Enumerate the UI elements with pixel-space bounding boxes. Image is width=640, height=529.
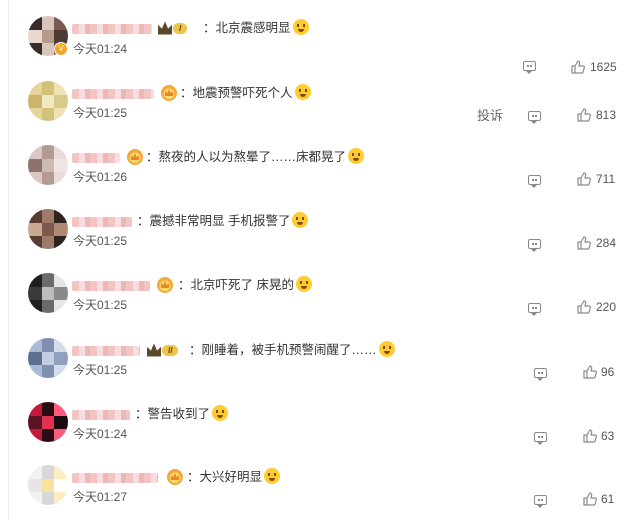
comment-icon[interactable] <box>528 239 541 252</box>
comment-time: 今天01:26 <box>73 170 128 184</box>
fan-medal-icon <box>161 85 177 101</box>
comment-item: ：警告收到了 今天01:24 63 <box>0 402 640 466</box>
member-crown-badge: I <box>158 21 188 35</box>
member-crown-badge: II <box>147 343 179 357</box>
comment-text: ：震撼非常明显 手机报警了 <box>137 212 309 229</box>
comment-time: 今天01:25 <box>73 298 128 312</box>
emoji-icon <box>292 19 309 35</box>
username-blurred[interactable] <box>72 217 132 227</box>
comment-text: ：熬夜的人以为熬晕了……床都晃了 <box>146 148 365 165</box>
emoji-icon <box>378 341 395 357</box>
username-blurred[interactable] <box>72 473 158 483</box>
report-button[interactable]: 投诉 <box>477 108 503 124</box>
comment-icon[interactable] <box>534 368 547 381</box>
thumbs-up-icon[interactable] <box>583 429 597 443</box>
comment-text: ：北京震感明显 <box>203 19 309 36</box>
username-blurred[interactable] <box>72 89 154 99</box>
comment-time: 今天01:27 <box>73 490 128 504</box>
fan-medal-icon <box>127 149 143 165</box>
thumbs-up-icon[interactable] <box>577 236 591 250</box>
comment-text: ：警告收到了 <box>135 405 229 422</box>
comment-item: ：北京吓死了 床晃的今天01:25 220 <box>0 273 640 337</box>
emoji-icon <box>292 212 309 228</box>
emoji-icon <box>348 148 365 164</box>
comment-text: ：北京吓死了 床晃的 <box>178 276 312 293</box>
comment-time: 今天01:24 <box>73 42 128 56</box>
comment-item: ：熬夜的人以为熬晕了……床都晃了今天01:26 711 <box>0 145 640 209</box>
username-blurred[interactable] <box>72 346 140 356</box>
comment-time: 今天01:25 <box>73 106 128 120</box>
username-blurred[interactable] <box>72 281 150 291</box>
comment-item: II ：刚睡着，被手机预警闹醒了…… 今天01:25 96 <box>0 338 640 402</box>
avatar[interactable] <box>28 465 68 505</box>
fan-medal-icon <box>167 469 183 485</box>
like-count: 63 <box>601 429 615 443</box>
comment-text: ：刚睡着，被手机预警闹醒了…… <box>189 341 395 358</box>
thumbs-up-icon[interactable] <box>577 300 591 314</box>
username-blurred[interactable] <box>72 24 152 34</box>
thumbs-up-icon[interactable] <box>577 172 591 186</box>
like-count: 284 <box>596 236 617 250</box>
comment-text: ：地震预警吓死个人 <box>180 84 311 101</box>
thumbs-up-icon[interactable] <box>577 108 591 122</box>
comment-time: 今天01:25 <box>73 363 128 377</box>
thumbs-up-icon[interactable] <box>583 492 597 506</box>
comment-time: 今天01:25 <box>73 234 128 248</box>
comment-icon[interactable] <box>523 61 536 74</box>
username-blurred[interactable] <box>72 410 130 420</box>
comment-time: 今天01:24 <box>73 427 128 441</box>
comment-icon[interactable] <box>528 111 541 124</box>
comment-icon[interactable] <box>528 175 541 188</box>
thumbs-up-icon[interactable] <box>571 60 585 74</box>
comment-icon[interactable] <box>534 432 547 445</box>
comment-icon[interactable] <box>528 303 541 316</box>
thumbs-up-icon[interactable] <box>583 365 597 379</box>
emoji-icon <box>294 84 311 100</box>
fan-medal-icon <box>157 277 173 293</box>
avatar[interactable] <box>28 338 68 378</box>
avatar[interactable] <box>28 145 68 185</box>
like-count: 711 <box>596 172 616 186</box>
comment-text: ：大兴好明显 <box>187 468 281 485</box>
comment-icon[interactable] <box>534 495 547 508</box>
avatar[interactable] <box>28 209 68 249</box>
comment-item: ：地震预警吓死个人今天01:25 投诉 813 <box>0 81 640 145</box>
verified-v-icon: V <box>54 42 68 56</box>
like-count: 96 <box>601 365 615 379</box>
username-blurred[interactable] <box>72 153 120 163</box>
comment-item: ：大兴好明显今天01:27 61 <box>0 465 640 529</box>
comment-item: ：震撼非常明显 手机报警了 今天01:25 284 <box>0 209 640 273</box>
emoji-icon <box>212 405 229 421</box>
like-count: 61 <box>601 492 615 506</box>
avatar[interactable] <box>28 273 68 313</box>
emoji-icon <box>264 468 281 484</box>
avatar[interactable] <box>28 81 68 121</box>
like-count: 1625 <box>590 60 617 74</box>
comment-item: V I ：北京震感明显今天01:24 1625 <box>0 16 640 80</box>
emoji-icon <box>295 276 312 292</box>
like-count: 813 <box>596 108 617 122</box>
like-count: 220 <box>596 300 617 314</box>
avatar[interactable] <box>28 402 68 442</box>
